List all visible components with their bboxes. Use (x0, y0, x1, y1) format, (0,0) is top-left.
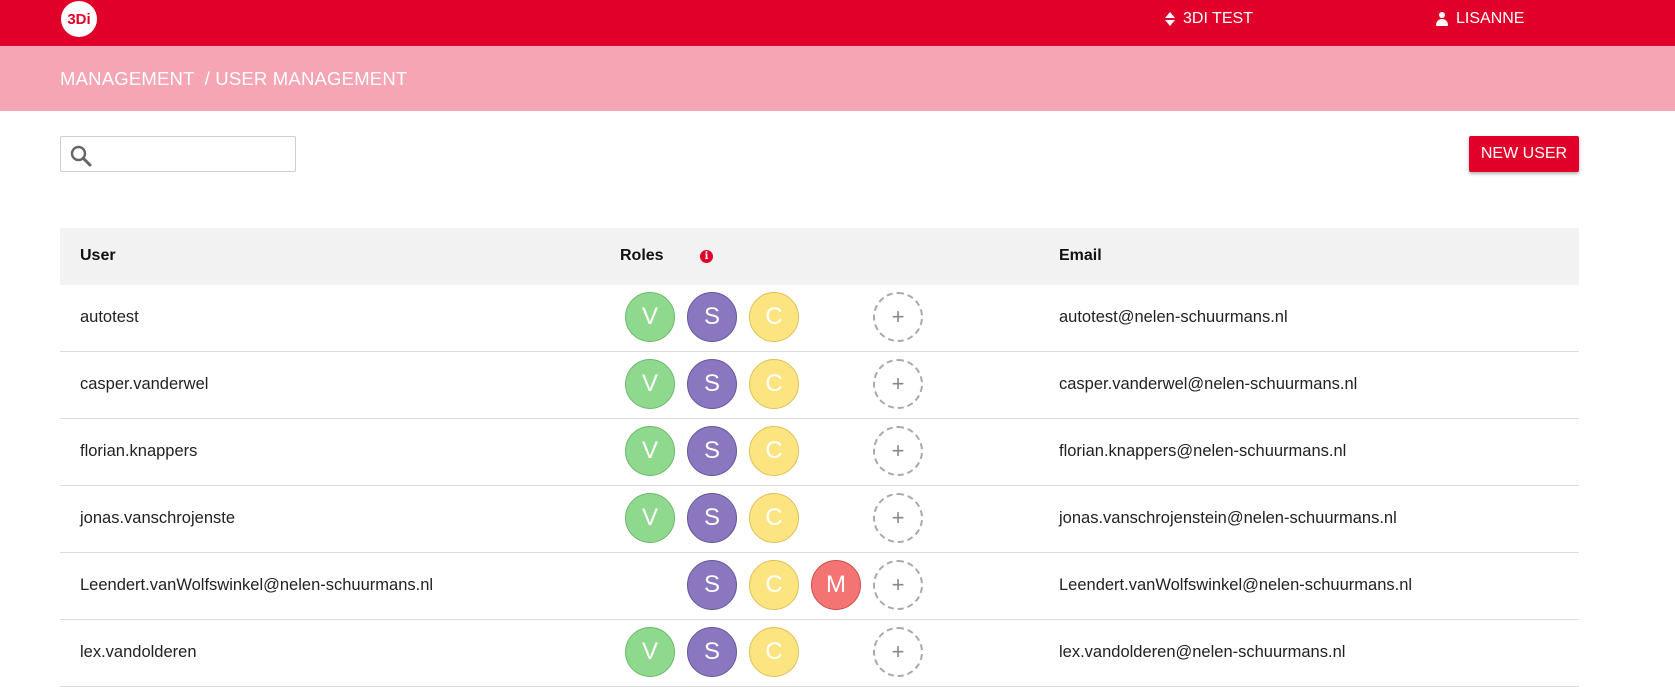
user-name-cell[interactable]: lex.vandolderen (80, 643, 197, 662)
organisation-name: 3DI TEST (1183, 10, 1253, 27)
role-badge-s[interactable]: S (687, 292, 737, 342)
role-badge-c[interactable]: C (749, 560, 799, 610)
search-input[interactable] (99, 141, 293, 169)
add-role-button[interactable]: + (873, 426, 923, 476)
role-badge-c[interactable]: C (749, 493, 799, 543)
new-user-button[interactable]: NEW USER (1469, 136, 1579, 172)
table-header: User Roles i Email (60, 228, 1579, 285)
table-body: autotest V S C + autotest@nelen-schuurmans.nl… (60, 285, 1579, 687)
email-cell: lex.vandolderen@nelen-schuurmans.nl (1059, 643, 1346, 661)
role-badge-s[interactable]: S (687, 493, 737, 543)
logo-icon[interactable]: 3Di (61, 1, 97, 37)
role-badge-v[interactable]: V (625, 292, 675, 342)
email-cell: florian.knappers@nelen-schuurmans.nl (1059, 442, 1347, 460)
role-badge-v[interactable]: V (625, 426, 675, 476)
role-badge-v[interactable]: V (625, 493, 675, 543)
role-badge-v[interactable]: V (625, 359, 675, 409)
top-bar: 3Di 3DI TEST LISANNE (0, 0, 1675, 46)
table-row[interactable]: lex.vandolderen V S C + lex.vandolderen@nelen… (60, 620, 1579, 687)
table-row[interactable]: jonas.vanschrojenste V S C + jonas.vanschroje… (60, 486, 1579, 553)
sort-icon (1165, 12, 1175, 26)
role-badge-v[interactable]: V (625, 627, 675, 677)
info-icon[interactable]: i (700, 250, 713, 263)
organisation-switcher[interactable]: 3DI TEST (1165, 9, 1253, 29)
role-badge-s[interactable]: S (687, 359, 737, 409)
add-role-button[interactable]: + (873, 560, 923, 610)
table-row[interactable]: Leendert.vanWolfswinkel@nelen-schuurmans… (60, 553, 1579, 620)
column-header-user[interactable]: User (80, 247, 116, 265)
user-name-cell[interactable]: Leendert.vanWolfswinkel@nelen-schuurmans… (80, 576, 433, 595)
table-row[interactable]: autotest V S C + autotest@nelen-schuurmans.nl (60, 285, 1579, 352)
breadcrumb-user-management: / USER MANAGEMENT (204, 68, 408, 89)
user-icon (1436, 12, 1448, 26)
table-row[interactable]: florian.knappers V S C + florian.knappers@nel… (60, 419, 1579, 486)
user-name-cell[interactable]: autotest (80, 308, 139, 327)
add-role-button[interactable]: + (873, 359, 923, 409)
email-cell: autotest@nelen-schuurmans.nl (1059, 308, 1288, 326)
user-name-cell[interactable]: florian.knappers (80, 442, 197, 461)
breadcrumb-management[interactable]: MANAGEMENT (60, 68, 195, 90)
user-menu[interactable]: LISANNE (1436, 9, 1524, 29)
search-icon (70, 145, 92, 167)
user-name: LISANNE (1456, 10, 1525, 27)
search-box[interactable] (60, 136, 296, 172)
add-role-button[interactable]: + (873, 627, 923, 677)
role-badge-s[interactable]: S (687, 560, 737, 610)
breadcrumb-bar: MANAGEMENT / USER MANAGEMENT (0, 46, 1675, 111)
email-cell: jonas.vanschrojenstein@nelen-schuurmans.… (1059, 509, 1397, 527)
role-badge-s[interactable]: S (687, 426, 737, 476)
user-table: User Roles i Email autotest V S C + autotest@… (60, 228, 1579, 687)
breadcrumb: MANAGEMENT / USER MANAGEMENT (60, 68, 407, 90)
user-name-cell[interactable]: casper.vanderwel (80, 375, 208, 394)
role-badge-c[interactable]: C (749, 426, 799, 476)
email-cell: casper.vanderwel@nelen-schuurmans.nl (1059, 375, 1358, 393)
add-role-button[interactable]: + (873, 493, 923, 543)
table-row[interactable]: casper.vanderwel V S C + casper.vanderwel@nel… (60, 352, 1579, 419)
column-header-roles: Roles (620, 247, 664, 264)
column-header-email[interactable]: Email (1059, 247, 1102, 265)
role-badge-c[interactable]: C (749, 359, 799, 409)
role-badge-m[interactable]: M (811, 560, 861, 610)
role-badge-c[interactable]: C (749, 627, 799, 677)
add-role-button[interactable]: + (873, 292, 923, 342)
role-badge-s[interactable]: S (687, 627, 737, 677)
user-name-cell[interactable]: jonas.vanschrojenste (80, 509, 235, 528)
role-badge-c[interactable]: C (749, 292, 799, 342)
email-cell: Leendert.vanWolfswinkel@nelen-schuurmans… (1059, 576, 1413, 594)
